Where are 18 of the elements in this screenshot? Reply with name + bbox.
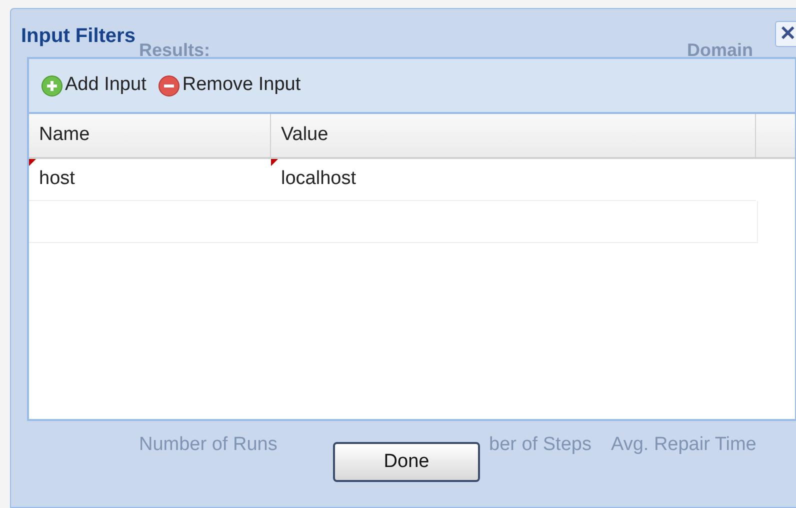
window-title: Input Filters — [21, 24, 136, 49]
background-text: Number of Runs — [139, 433, 278, 457]
table-cell[interactable]: host — [29, 159, 271, 200]
add-input-button[interactable]: Add Input — [41, 71, 146, 100]
background-text: Domain — [687, 39, 754, 62]
modified-marker-icon — [29, 159, 36, 166]
minus-icon — [158, 74, 180, 96]
background-text: Results: — [139, 39, 210, 62]
modified-marker-icon — [271, 159, 278, 166]
done-button[interactable]: Done — [333, 442, 480, 482]
close-button[interactable]: ✕ — [775, 21, 796, 47]
remove-input-button[interactable]: Remove Input — [158, 71, 301, 100]
background-text: Avg. Repair Time — [611, 433, 756, 457]
column-header[interactable]: Name — [29, 114, 271, 157]
table-cell[interactable]: localhost — [271, 159, 756, 200]
background-text: ber of Steps — [489, 433, 592, 457]
plus-icon — [41, 74, 63, 96]
column-header[interactable]: Value — [271, 114, 756, 157]
